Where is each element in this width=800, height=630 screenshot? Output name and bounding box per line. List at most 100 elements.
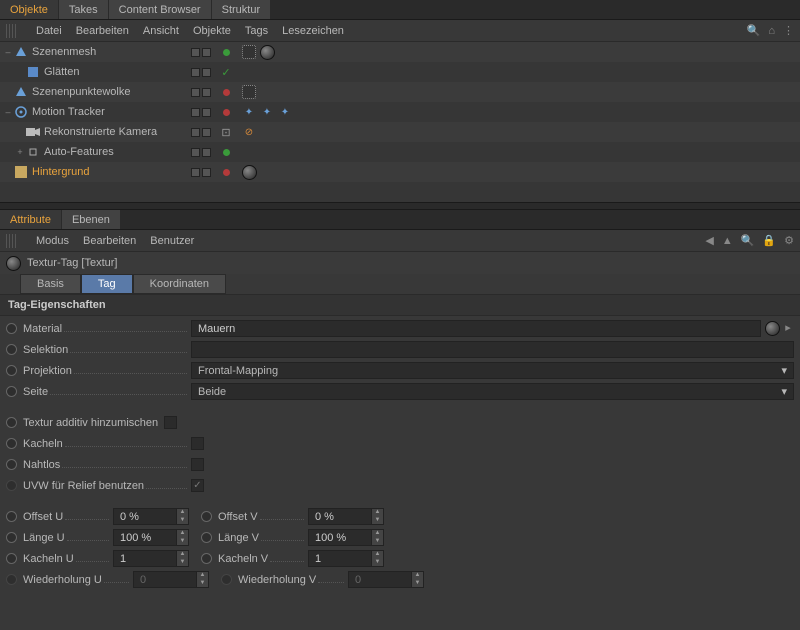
menu-objekte[interactable]: Objekte — [193, 25, 231, 37]
spinner[interactable]: ▲▼ — [372, 529, 384, 546]
layer-flag[interactable] — [191, 108, 200, 117]
anim-radio[interactable] — [6, 511, 17, 522]
anim-radio[interactable] — [6, 459, 17, 470]
laenge-v-input[interactable] — [308, 529, 372, 546]
expander-icon[interactable]: + — [14, 147, 26, 157]
nav-back-icon[interactable]: ◀ — [705, 234, 713, 247]
spinner[interactable]: ▲▼ — [177, 529, 189, 546]
track-tag-icon[interactable]: ✦ — [242, 105, 256, 119]
layer-flag[interactable] — [202, 88, 211, 97]
subtab-koordinaten[interactable]: Koordinaten — [133, 274, 226, 294]
anim-radio[interactable] — [201, 532, 212, 543]
kacheln-v-input[interactable] — [308, 550, 372, 567]
track-tag-icon[interactable]: ✦ — [260, 105, 274, 119]
selektion-field[interactable] — [191, 341, 794, 358]
menu-datei[interactable]: Datei — [36, 25, 62, 37]
kacheln-checkbox[interactable] — [191, 437, 204, 450]
tree-label[interactable]: Szenenmesh — [32, 46, 96, 58]
seite-dropdown[interactable]: Beide▾ — [191, 383, 794, 400]
menu-lesezeichen[interactable]: Lesezeichen — [282, 25, 344, 37]
menu-bearbeiten[interactable]: Bearbeiten — [76, 25, 129, 37]
uvw-tag-icon[interactable] — [242, 85, 256, 99]
laenge-u-input[interactable] — [113, 529, 177, 546]
view-target-icon[interactable]: ⊡ — [221, 126, 230, 139]
anim-radio[interactable] — [6, 344, 17, 355]
material-tag-icon[interactable] — [242, 165, 257, 180]
track-tag-icon[interactable]: ✦ — [278, 105, 292, 119]
tab-struktur[interactable]: Struktur — [212, 0, 272, 19]
visibility-dot[interactable] — [223, 89, 230, 96]
subtab-basis[interactable]: Basis — [20, 274, 81, 294]
tree-label[interactable]: Szenenpunktewolke — [32, 86, 130, 98]
projektion-dropdown[interactable]: Frontal-Mapping▾ — [191, 362, 794, 379]
material-picker-icon[interactable]: ▸ — [782, 321, 794, 336]
tree-row[interactable]: – Szenenmesh — [0, 42, 800, 62]
panel-splitter[interactable] — [0, 202, 800, 210]
kacheln-u-input[interactable] — [113, 550, 177, 567]
menu-modus[interactable]: Modus — [36, 235, 69, 247]
offset-v-input[interactable] — [308, 508, 372, 525]
tree-label[interactable]: Motion Tracker — [32, 106, 105, 118]
menu-icon[interactable]: ⋮ — [783, 24, 794, 37]
anim-radio[interactable] — [6, 386, 17, 397]
visibility-dot[interactable] — [223, 149, 230, 156]
tree-row[interactable]: – Motion Tracker ✦ ✦ ✦ — [0, 102, 800, 122]
layer-flag[interactable] — [191, 48, 200, 57]
spinner[interactable]: ▲▼ — [177, 550, 189, 567]
layer-flag[interactable] — [191, 128, 200, 137]
layer-flag[interactable] — [202, 48, 211, 57]
anim-radio[interactable] — [6, 532, 17, 543]
object-tree[interactable]: – Szenenmesh Glätten ✓ Szenenpun — [0, 42, 800, 202]
tab-objekte[interactable]: Objekte — [0, 0, 59, 19]
material-tag-icon[interactable] — [260, 45, 275, 60]
layer-flag[interactable] — [191, 148, 200, 157]
layer-flag[interactable] — [202, 148, 211, 157]
anim-radio[interactable] — [6, 438, 17, 449]
visibility-dot[interactable] — [223, 169, 230, 176]
tree-label[interactable]: Hintergrund — [32, 166, 89, 178]
menu-tags[interactable]: Tags — [245, 25, 268, 37]
spinner[interactable]: ▲▼ — [372, 508, 384, 525]
nahtlos-checkbox[interactable] — [191, 458, 204, 471]
material-swatch[interactable] — [765, 321, 780, 336]
home-icon[interactable]: ⌂ — [768, 25, 775, 37]
settings-icon[interactable]: ⚙ — [784, 234, 794, 247]
layer-flag[interactable] — [202, 108, 211, 117]
subtab-tag[interactable]: Tag — [81, 274, 133, 294]
layer-flag[interactable] — [202, 128, 211, 137]
layer-flag[interactable] — [202, 68, 211, 77]
tree-row[interactable]: + Auto-Features — [0, 142, 800, 162]
tree-row[interactable]: Szenenpunktewolke — [0, 82, 800, 102]
search-icon[interactable]: 🔍 — [741, 234, 755, 247]
tab-content-browser[interactable]: Content Browser — [109, 0, 212, 19]
tree-row[interactable]: Glätten ✓ — [0, 62, 800, 82]
anim-radio[interactable] — [201, 553, 212, 564]
spinner[interactable]: ▲▼ — [177, 508, 189, 525]
tree-row[interactable]: Rekonstruierte Kamera ⊡ ⊘ — [0, 122, 800, 142]
tab-attribute[interactable]: Attribute — [0, 210, 62, 229]
layer-flag[interactable] — [191, 168, 200, 177]
tree-label[interactable]: Rekonstruierte Kamera — [44, 126, 157, 138]
material-field[interactable]: Mauern — [191, 320, 761, 337]
uvw-tag-icon[interactable] — [242, 45, 256, 59]
lock-icon[interactable]: 🔒 — [762, 234, 776, 247]
anim-radio[interactable] — [6, 417, 17, 428]
disabled-tag-icon[interactable]: ⊘ — [242, 125, 256, 139]
tree-row[interactable]: Hintergrund — [0, 162, 800, 182]
expander-icon[interactable]: – — [2, 47, 14, 57]
visibility-dot[interactable] — [223, 49, 230, 56]
tab-ebenen[interactable]: Ebenen — [62, 210, 121, 229]
layer-flag[interactable] — [191, 88, 200, 97]
textur-additiv-checkbox[interactable] — [164, 416, 177, 429]
menu-ansicht[interactable]: Ansicht — [143, 25, 179, 37]
layer-flag[interactable] — [191, 68, 200, 77]
visibility-dot[interactable] — [223, 109, 230, 116]
nav-up-icon[interactable]: ▲ — [722, 235, 733, 247]
tab-takes[interactable]: Takes — [59, 0, 109, 19]
anim-radio[interactable] — [6, 553, 17, 564]
tree-label[interactable]: Auto-Features — [44, 146, 114, 158]
anim-radio[interactable] — [201, 511, 212, 522]
anim-radio[interactable] — [6, 365, 17, 376]
layer-flag[interactable] — [202, 168, 211, 177]
offset-u-input[interactable] — [113, 508, 177, 525]
